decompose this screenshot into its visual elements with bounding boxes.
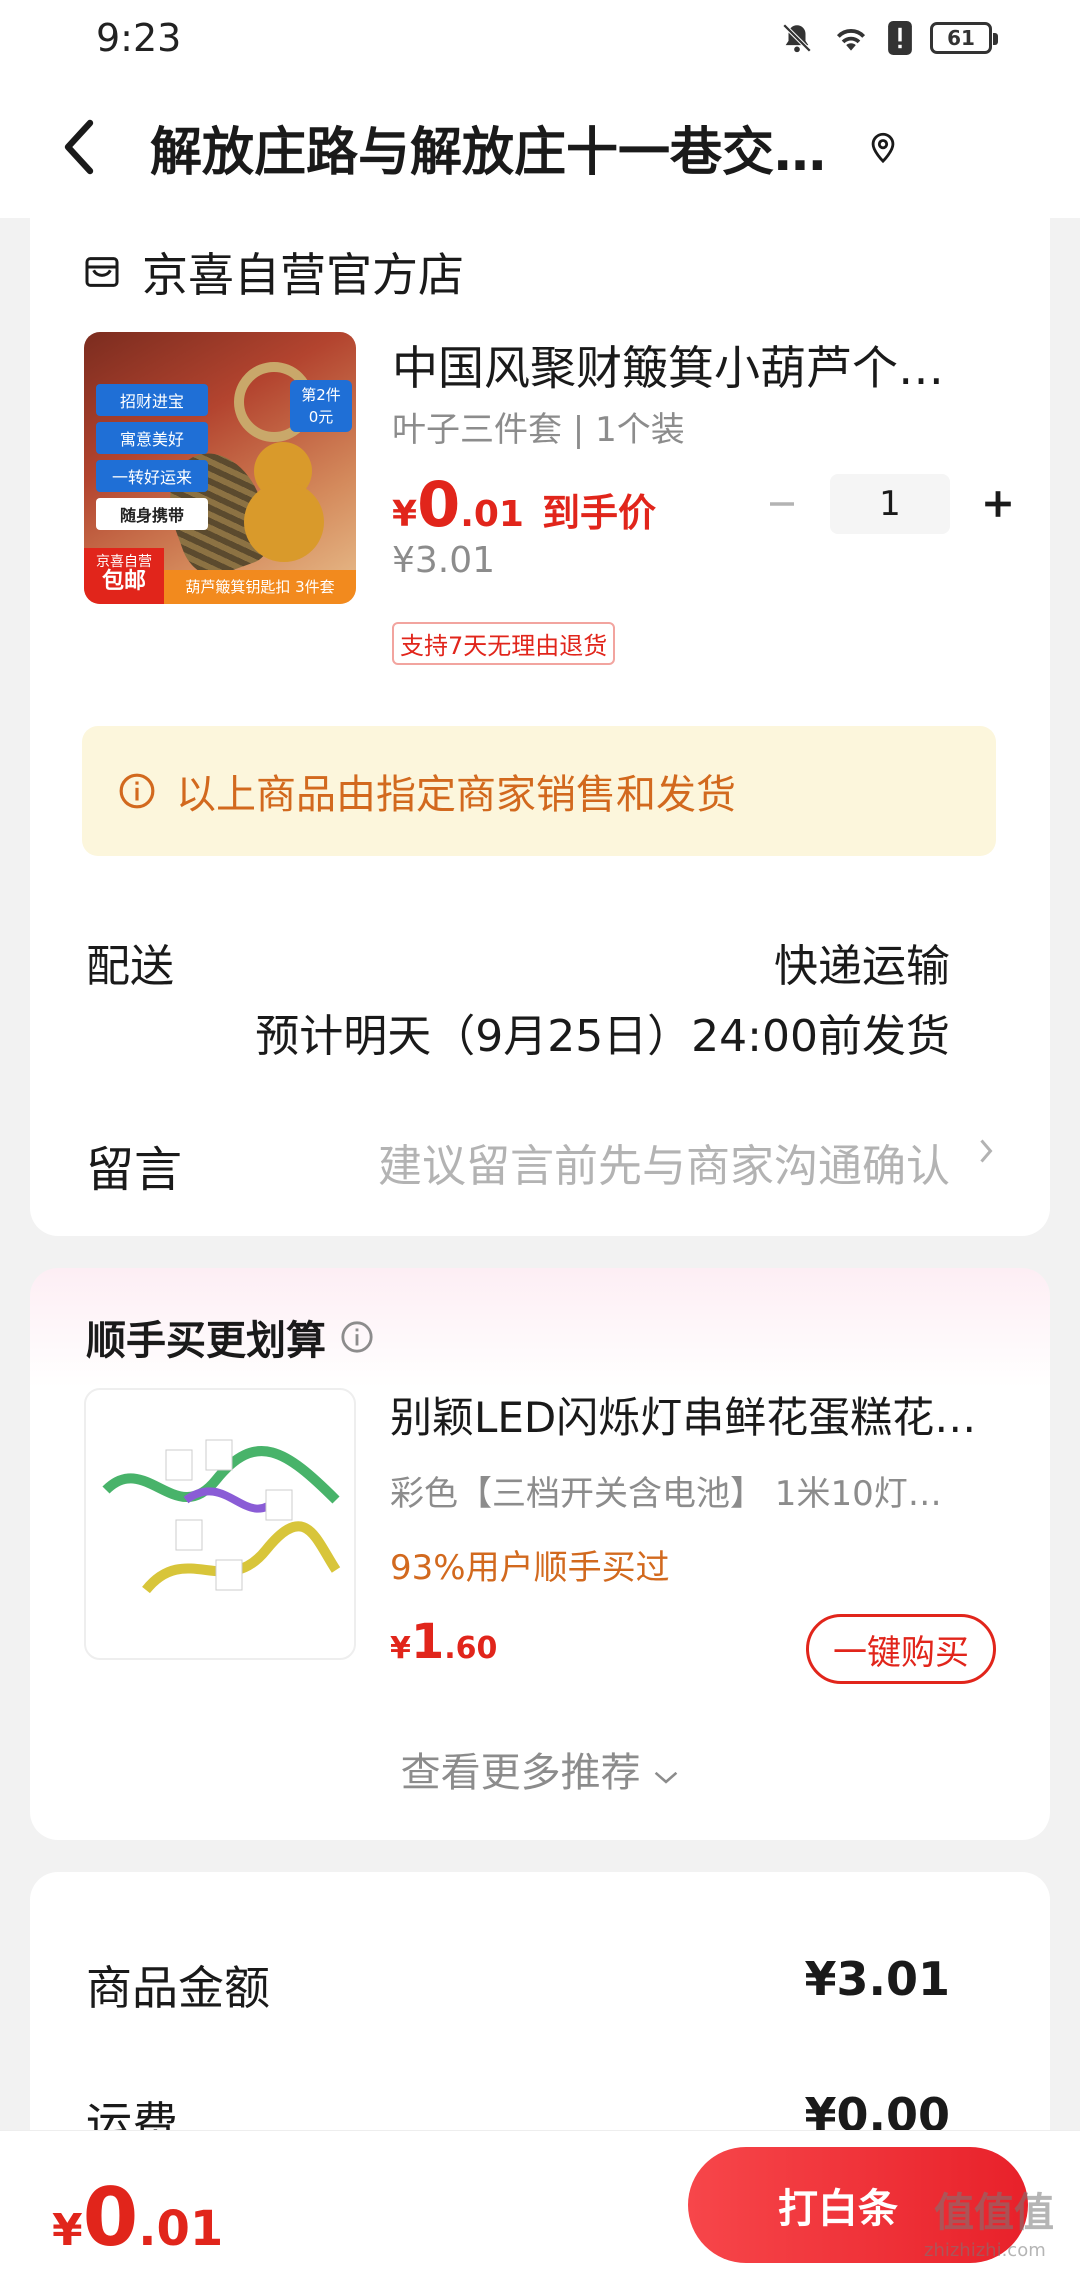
price-integer: 0 <box>82 2171 139 2264</box>
shipping-method[interactable]: 快递运输 <box>774 930 950 994</box>
image-bottom-strip: 葫芦簸箕钥匙扣 3件套 <box>164 570 356 604</box>
seller-notice: 以上商品由指定商家销售和发货 <box>82 726 996 856</box>
image-tag: 寓意美好 <box>96 422 208 454</box>
quantity-stepper: 1 <box>752 474 1028 534</box>
image-corner-line2: 包邮 <box>101 569 146 594</box>
image-badge-line2: 0元 <box>308 408 334 426</box>
recommend-spec[interactable]: 彩色【三档开关含电池】 1米10灯… <box>390 1466 1000 1515</box>
increase-button[interactable] <box>968 474 1028 534</box>
recommend-bought: 93%用户顺手买过 <box>390 1548 670 1588</box>
status-time: 9:23 <box>96 16 182 60</box>
led-string-illustration <box>102 1439 341 1594</box>
summary-label: 商品金额 <box>86 1961 270 2015</box>
watermark: 值值值 <box>934 2190 1054 2236</box>
status-bar: 9:23 61 <box>0 0 1080 76</box>
recommend-price: ¥ 1 .60 <box>390 1614 497 1670</box>
address-title[interactable]: 解放庄路与解放庄十一巷交… <box>150 110 850 185</box>
more-recommend-link[interactable]: 查看更多推荐 <box>30 1740 1050 1798</box>
order-card: 京喜自营官方店 招财进宝 寓意美好 一转好运来 随身携带 第2件 0元 京喜自营… <box>30 218 1050 1236</box>
summary-row: 商品金额 ¥3.01 <box>86 1952 950 2018</box>
store-icon <box>85 257 119 287</box>
recommend-name[interactable]: 别颖LED闪烁灯串鲜花蛋糕花… <box>390 1384 990 1445</box>
location-pin-icon[interactable] <box>868 130 898 164</box>
price-symbol: ¥ <box>392 494 418 535</box>
product-spec[interactable]: 叶子三件套 | 1个装 <box>392 402 685 451</box>
product-image-tags: 招财进宝 寓意美好 一转好运来 随身携带 <box>96 384 208 530</box>
price-symbol: ¥ <box>390 1631 411 1666</box>
minus-icon <box>770 502 794 506</box>
price-decimal: .60 <box>444 1631 498 1666</box>
image-corner-line1: 京喜自营 <box>96 554 152 570</box>
recommend-title-text: 顺手买更划算 <box>86 1318 326 1364</box>
decrease-button[interactable] <box>752 474 812 534</box>
chevron-down-icon <box>655 1771 678 1784</box>
battery-icon: 61 <box>930 22 998 54</box>
back-arrow-icon <box>64 119 94 175</box>
quantity-value[interactable]: 1 <box>830 474 950 534</box>
price-label: 到手价 <box>541 491 656 535</box>
store-row[interactable]: 京喜自营官方店 <box>82 232 464 312</box>
info-icon[interactable] <box>340 1320 374 1354</box>
shipping-eta: 预计明天（9月25日）24:00前发货 <box>255 1011 950 1062</box>
product-price: ¥ 0 .01 到手价 <box>392 468 656 541</box>
total-price: ¥ 0 .01 <box>52 2171 223 2264</box>
watermark-url: zhizhizhi.com <box>924 2240 1046 2261</box>
back-button[interactable] <box>0 76 150 218</box>
message-label: 留言 <box>86 1142 183 1198</box>
notice-text: 以上商品由指定商家销售和发货 <box>176 772 736 818</box>
image-badge-line1: 第2件 <box>301 386 341 404</box>
recommend-card: 顺手买更划算 别颖LED闪烁灯串鲜花蛋糕花… 彩色【三档开关含电池】 1米10灯… <box>30 1268 1050 1840</box>
one-click-buy-button[interactable]: 一键购买 <box>806 1614 996 1684</box>
image-tag: 招财进宝 <box>96 384 208 416</box>
mute-bell-icon <box>780 21 814 55</box>
image-tag: 随身携带 <box>96 498 208 530</box>
image-corner-badge: 京喜自营 包邮 <box>84 548 164 604</box>
image-badge: 第2件 0元 <box>290 380 352 432</box>
store-name: 京喜自营官方店 <box>142 248 464 302</box>
price-integer: 1 <box>410 1614 445 1670</box>
message-input[interactable]: 建议留言前先与商家沟通确认 <box>378 1130 950 1194</box>
price-integer: 0 <box>417 468 461 541</box>
return-policy-tag: 支持7天无理由退货 <box>392 622 616 665</box>
gourd-bottom-shape <box>244 482 324 562</box>
price-symbol: ¥ <box>52 2205 83 2256</box>
plus-icon <box>985 491 1011 517</box>
status-icons: 61 <box>780 21 998 55</box>
recommend-image[interactable] <box>84 1388 356 1660</box>
bottom-bar: ¥ 0 .01 打白条 <box>0 2130 1080 2280</box>
more-recommend-label: 查看更多推荐 <box>400 1750 641 1796</box>
price-decimal: .01 <box>138 2201 224 2257</box>
product-image[interactable]: 招财进宝 寓意美好 一转好运来 随身携带 第2件 0元 京喜自营 包邮 葫芦簸箕… <box>84 332 356 604</box>
original-price: ¥3.01 <box>392 540 496 581</box>
wifi-icon <box>832 22 870 54</box>
chevron-right-icon[interactable] <box>978 1130 994 1176</box>
product-title[interactable]: 中国风聚财簸箕小葫芦个… <box>392 332 1002 398</box>
recommend-title: 顺手买更划算 <box>86 1308 374 1366</box>
header: 解放庄路与解放庄十一巷交… <box>0 76 1080 218</box>
alert-icon <box>888 21 912 55</box>
image-tag: 一转好运来 <box>96 460 208 492</box>
shipping-label: 配送 <box>86 941 174 992</box>
info-icon <box>119 773 155 809</box>
price-decimal: .01 <box>460 494 524 535</box>
summary-value: ¥3.01 <box>804 1952 950 2006</box>
